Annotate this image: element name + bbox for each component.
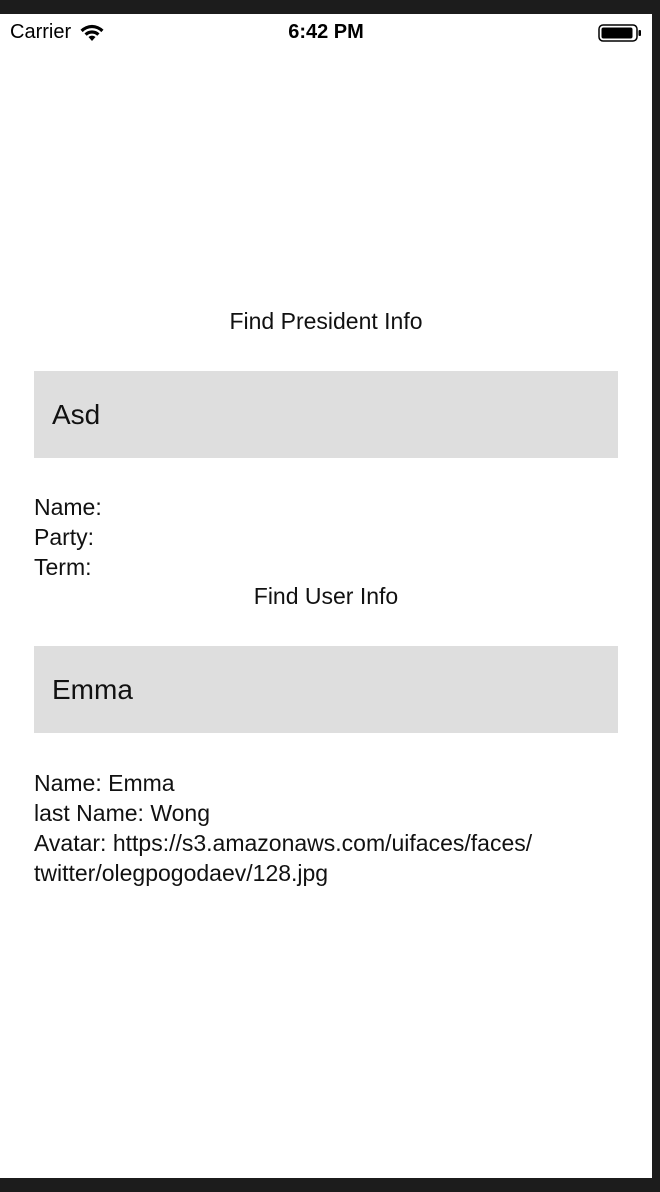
user-avatar-line-continued: twitter/olegpogodaev/128.jpg bbox=[34, 860, 329, 886]
user-last-name-line: last Name: Wong bbox=[34, 800, 210, 826]
user-avatar-line: Avatar: https://s3.amazonaws.com/uifaces… bbox=[34, 830, 533, 856]
president-search-input[interactable] bbox=[34, 371, 618, 458]
app-screen: Carrier 6:42 PM Find President Info Name… bbox=[0, 14, 652, 1178]
user-section-title: Find User Info bbox=[253, 583, 399, 609]
battery-icon bbox=[598, 24, 641, 42]
president-name-line: Name: bbox=[34, 494, 102, 520]
user-info: Name: Emma last Name: Wong Avatar: https… bbox=[34, 768, 634, 888]
user-name-line: Name: Emma bbox=[34, 770, 175, 796]
president-section-title: Find President Info bbox=[229, 308, 423, 334]
president-party-line: Party: bbox=[34, 524, 95, 550]
president-term-line: Term: bbox=[34, 554, 92, 580]
clock: 6:42 PM bbox=[288, 21, 364, 43]
status-bar: Carrier 6:42 PM bbox=[0, 14, 652, 52]
user-search-input[interactable] bbox=[34, 646, 618, 733]
president-info: Name: Party: Term: bbox=[34, 492, 634, 582]
